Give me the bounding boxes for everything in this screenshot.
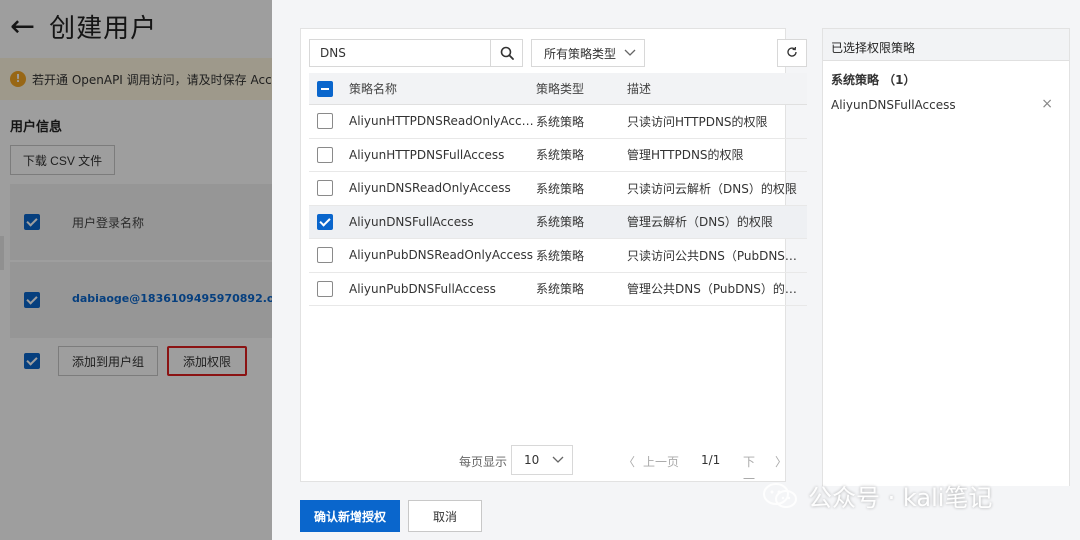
confirm-button[interactable]: 确认新增授权 [300,500,400,532]
policy-name: AliyunPubDNSFullAccess [349,281,496,296]
table-row[interactable]: AliyunHTTPDNSReadOnlyAccess 系统策略 只读访问HTT… [309,105,807,139]
policy-type: 系统策略 [536,282,585,297]
table-row[interactable]: AliyunDNSReadOnlyAccess 系统策略 只读访问云解析（DNS… [309,172,807,206]
watermark-text: 公众号 · kali笔记 [808,484,993,512]
policy-type-select[interactable]: 所有策略类型 [531,39,645,67]
user-table-header: 用户登录名称 [10,184,272,260]
search-icon[interactable] [490,40,522,66]
policy-name: AliyunDNSReadOnlyAccess [349,181,511,196]
user-login-name-link[interactable]: dabiaoge@1836109495970892.onaliyu [72,292,272,305]
chevron-left-icon: 〈 [623,455,636,469]
table-row[interactable]: AliyunPubDNSFullAccess 系统策略 管理公共DNS（PubD… [309,273,807,306]
policy-description: 管理云解析（DNS）的权限 [627,215,773,230]
column-login-name: 用户登录名称 [72,216,145,230]
prev-page-button[interactable]: 〈 上一页 [623,453,679,470]
row-checkbox[interactable] [317,280,333,297]
table-row: dabiaoge@1836109495970892.onaliyu [10,262,272,338]
policy-description: 管理公共DNS（PubDNS）的权限 [627,282,807,297]
select-all-checkbox[interactable] [317,80,333,97]
close-icon[interactable]: × [1041,96,1053,112]
row-checkbox[interactable] [317,146,333,163]
section-title: 用户信息 [10,120,63,135]
back-arrow-icon[interactable]: ← [10,9,35,45]
policy-description: 只读访问公共DNS（PubDNS）... [627,248,807,263]
policy-name: AliyunDNSFullAccess [349,214,474,229]
policy-search [309,39,523,67]
policy-description: 只读访问云解析（DNS）的权限 [627,181,797,196]
refresh-icon [786,46,798,61]
selected-group-label: 系统策略 （1） [831,73,916,87]
add-to-group-button[interactable]: 添加到用户组 [58,346,158,376]
row-checkbox[interactable] [317,113,333,130]
warning-icon: ! [10,71,26,87]
table-row[interactable]: AliyunPubDNSReadOnlyAccess 系统策略 只读访问公共DN… [309,239,807,273]
row-checkbox[interactable] [24,292,40,308]
policy-description: 管理HTTPDNS的权限 [627,148,744,163]
policy-type-value: 所有策略类型 [544,46,617,61]
page-header: ← 创建用户 [10,8,157,45]
select-all-checkbox[interactable] [24,214,40,230]
policy-name: AliyunPubDNSReadOnlyAccess [349,248,533,263]
notice-text: 若开通 OpenAPI 调用访问，请及时保存 Acce [32,72,272,87]
header-policy-name: 策略名称 [349,82,398,96]
row-checkbox[interactable] [317,247,333,264]
collapse-handle[interactable] [0,236,4,270]
chevron-down-icon [552,453,564,467]
download-csv-button[interactable]: 下载 CSV 文件 [10,145,115,175]
policy-table: 策略名称 策略类型 描述 AliyunHTTPDNSReadOnlyAccess… [309,73,807,306]
row-checkbox[interactable] [317,213,333,230]
background-page: ← 创建用户 ! 若开通 OpenAPI 调用访问，请及时保存 Acce 用户信… [0,0,272,540]
policy-type: 系统策略 [536,148,585,163]
table-row[interactable]: AliyunHTTPDNSFullAccess 系统策略 管理HTTPDNS的权… [309,139,807,172]
policy-description: 只读访问HTTPDNS的权限 [627,114,768,129]
watermark: 公众号 · kali笔记 [762,478,992,513]
refresh-button[interactable] [777,39,807,67]
selected-policy-name: AliyunDNSFullAccess [831,98,956,112]
policy-name: AliyunHTTPDNSReadOnlyAccess [349,114,536,129]
selected-policy-item: AliyunDNSFullAccess × [823,88,1069,112]
selected-panel-title: 已选择权限策略 [823,29,1069,61]
policy-name: AliyunHTTPDNSFullAccess [349,147,505,162]
header-description: 描述 [627,82,652,96]
row-checkbox[interactable] [317,180,333,197]
page-indicator: 1/1 [701,453,721,467]
header-policy-type: 策略类型 [536,82,585,96]
table-row[interactable]: AliyunDNSFullAccess 系统策略 管理云解析（DNS）的权限 [309,205,807,239]
policy-type: 系统策略 [536,181,585,196]
per-page-select[interactable]: 10 [511,445,573,475]
add-permission-button[interactable]: 添加权限 [167,346,247,376]
cancel-button[interactable]: 取消 [408,500,482,532]
per-page-label: 每页显示 [459,455,508,469]
page-title: 创建用户 [49,14,158,44]
chevron-down-icon [624,46,636,60]
selected-policies-panel: 已选择权限策略 系统策略 （1） AliyunDNSFullAccess × [822,28,1070,540]
policy-type: 系统策略 [536,215,585,230]
wechat-icon [762,482,798,510]
search-input[interactable] [310,40,490,66]
policy-list-panel: 所有策略类型 策略名称 策略类型 描述 AliyunHTTPDNSReadOnl… [300,28,807,503]
policy-type: 系统策略 [536,248,585,263]
policy-type: 系统策略 [536,114,585,129]
policy-table-header: 策略名称 策略类型 描述 [309,73,807,105]
per-page-value: 10 [524,453,540,467]
prev-page-label: 上一页 [643,455,680,469]
openapi-notice: ! 若开通 OpenAPI 调用访问，请及时保存 Acce [0,58,272,100]
pagination: 每页显示 10 〈 上一页 1/1 下一页 〉 [301,445,787,503]
add-permission-drawer: 所有策略类型 策略名称 策略类型 描述 AliyunHTTPDNSReadOnl… [272,0,1080,540]
batch-select-checkbox[interactable] [24,353,40,369]
